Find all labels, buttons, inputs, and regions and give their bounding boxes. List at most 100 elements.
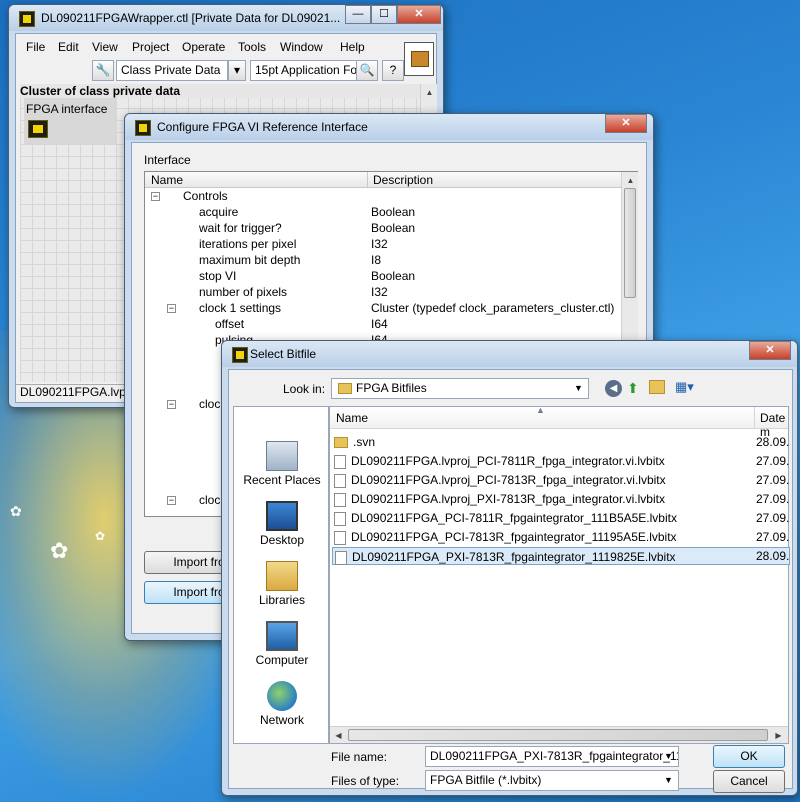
menu-file[interactable]: File xyxy=(26,40,45,54)
place-libraries[interactable]: Libraries xyxy=(234,561,330,607)
collapse-icon[interactable]: − xyxy=(167,400,176,409)
back-icon[interactable]: ◀ xyxy=(605,380,622,397)
class-private-data-dropdown[interactable]: Class Private Data xyxy=(116,60,228,81)
desktop-icon xyxy=(266,501,298,531)
close-button[interactable]: ✕ xyxy=(749,341,791,360)
scroll-up-icon[interactable]: ▲ xyxy=(421,84,438,101)
menu-view[interactable]: View xyxy=(92,40,118,54)
menu-edit[interactable]: Edit xyxy=(58,40,79,54)
select-bitfile-dialog: Select Bitfile ✕ Look in: FPGA Bitfiles … xyxy=(221,340,798,796)
chevron-down-icon[interactable]: ▼ xyxy=(571,381,586,396)
close-button[interactable]: ✕ xyxy=(605,114,647,133)
file-row-svn[interactable]: .svn xyxy=(334,433,784,451)
places-bar: Recent Places Desktop Libraries Computer… xyxy=(233,406,329,744)
labview-app-icon xyxy=(135,120,151,136)
tree-row[interactable]: maximum bit depth I8 xyxy=(145,252,621,268)
fpga-reference-control-icon[interactable] xyxy=(28,120,48,138)
labview-titlebar[interactable]: DL090211FPGAWrapper.ctl [Private Data fo… xyxy=(9,5,443,31)
recent-places-icon xyxy=(266,441,298,471)
libraries-icon xyxy=(266,561,298,591)
column-name[interactable]: Name xyxy=(336,411,368,425)
file-row[interactable]: DL090211FPGA.lvproj_PXI-7813R_fpga_integ… xyxy=(334,490,784,508)
file-list[interactable]: Name ▲ Date m .svn 28.09. DL090211FPGA.l… xyxy=(329,405,790,744)
column-description[interactable]: Description xyxy=(373,173,433,187)
file-icon xyxy=(334,511,346,526)
place-desktop[interactable]: Desktop xyxy=(234,501,330,547)
file-icon xyxy=(335,550,347,565)
file-icon xyxy=(334,473,346,488)
cluster-container: FPGA interface xyxy=(24,98,116,144)
tree-row[interactable]: number of pixels I32 xyxy=(145,284,621,300)
help-icon[interactable]: ? xyxy=(382,60,404,81)
file-list-horizontal-scrollbar[interactable]: ◀ ▶ xyxy=(330,726,788,743)
fpga-interface-label: FPGA interface xyxy=(26,102,108,116)
tree-row-clock1[interactable]: − clock 1 settings Cluster (typedef cloc… xyxy=(145,300,621,316)
select-bitfile-title: Select Bitfile xyxy=(250,347,317,361)
vi-icon xyxy=(404,42,434,76)
labview-app-icon xyxy=(232,347,248,363)
tree-header: Name Description xyxy=(145,172,621,188)
cancel-button[interactable]: Cancel xyxy=(713,770,785,793)
tree-row[interactable]: iterations per pixel I32 xyxy=(145,236,621,252)
file-type-label: Files of type: xyxy=(331,774,400,788)
scroll-left-icon[interactable]: ◀ xyxy=(330,727,347,744)
close-button[interactable]: ✕ xyxy=(397,5,441,24)
flower-decoration: ✿ xyxy=(95,529,106,543)
ok-button[interactable]: OK xyxy=(713,745,785,768)
file-row[interactable]: DL090211FPGA_PCI-7811R_fpgaintegrator_11… xyxy=(334,509,784,527)
menu-operate[interactable]: Operate xyxy=(182,40,225,54)
file-row[interactable]: DL090211FPGA.lvproj_PCI-7811R_fpga_integ… xyxy=(334,452,784,470)
wrench-icon[interactable]: 🔧 xyxy=(92,60,114,81)
network-icon xyxy=(267,681,297,711)
tree-row[interactable]: stop VI Boolean xyxy=(145,268,621,284)
configure-titlebar[interactable]: Configure FPGA VI Reference Interface ✕ xyxy=(125,114,653,140)
file-row-selected[interactable]: DL090211FPGA_PXI-7813R_fpgaintegrator_11… xyxy=(332,547,790,565)
up-folder-icon[interactable]: ⬆ xyxy=(627,380,639,397)
place-network[interactable]: Network xyxy=(234,681,330,727)
chevron-down-icon[interactable]: ▼ xyxy=(661,749,676,764)
file-row[interactable]: DL090211FPGA_PCI-7813R_fpgaintegrator_11… xyxy=(334,528,784,546)
computer-icon xyxy=(266,621,298,651)
scroll-up-icon[interactable]: ▲ xyxy=(622,172,639,189)
select-bitfile-titlebar[interactable]: Select Bitfile ✕ xyxy=(222,341,797,367)
search-icon[interactable]: 🔍 xyxy=(356,60,378,81)
tree-row[interactable]: offset I64 xyxy=(145,316,621,332)
collapse-icon[interactable]: − xyxy=(167,496,176,505)
tree-row-controls[interactable]: − Controls xyxy=(145,188,621,204)
place-recent[interactable]: Recent Places xyxy=(234,441,330,487)
select-bitfile-client: Look in: FPGA Bitfiles ▼ ◀ ⬆ ▦▾ Recent P… xyxy=(228,369,793,793)
view-menu-icon[interactable]: ▦▾ xyxy=(675,379,694,395)
scroll-right-icon[interactable]: ▶ xyxy=(770,727,787,744)
scroll-thumb[interactable] xyxy=(624,188,636,298)
tree-row[interactable]: wait for trigger? Boolean xyxy=(145,220,621,236)
labview-window-title: DL090211FPGAWrapper.ctl [Private Data fo… xyxy=(41,11,341,25)
minimize-button[interactable]: — xyxy=(345,5,371,24)
folder-icon xyxy=(334,437,348,449)
chevron-down-icon[interactable]: ▼ xyxy=(661,773,676,788)
interface-label: Interface xyxy=(144,153,191,167)
collapse-icon[interactable]: − xyxy=(151,192,160,201)
font-dropdown[interactable]: 15pt Application Fo xyxy=(250,60,360,81)
menu-tools[interactable]: Tools xyxy=(238,40,266,54)
file-name-field[interactable]: DL090211FPGA_PXI-7813R_fpgaintegrator_11… xyxy=(425,746,679,767)
menu-project[interactable]: Project xyxy=(132,40,169,54)
file-type-select[interactable]: FPGA Bitfile (*.lvbitx) ▼ xyxy=(425,770,679,791)
tree-row[interactable]: acquire Boolean xyxy=(145,204,621,220)
place-computer[interactable]: Computer xyxy=(234,621,330,667)
menu-help[interactable]: Help xyxy=(340,40,365,54)
file-icon xyxy=(334,454,346,469)
new-folder-icon[interactable] xyxy=(649,380,665,394)
chevron-down-icon[interactable]: ▾ xyxy=(228,60,246,81)
sort-ascending-icon: ▲ xyxy=(536,405,545,415)
maximize-button[interactable]: ☐ xyxy=(371,5,397,24)
collapse-icon[interactable]: − xyxy=(167,304,176,313)
folder-icon xyxy=(338,383,352,394)
flower-decoration: ✿ xyxy=(10,503,22,519)
column-name[interactable]: Name xyxy=(151,173,183,187)
file-icon xyxy=(334,492,346,507)
scroll-thumb[interactable] xyxy=(348,729,768,741)
file-row[interactable]: DL090211FPGA.lvproj_PCI-7813R_fpga_integ… xyxy=(334,471,784,489)
labview-app-icon xyxy=(19,11,35,27)
look-in-dropdown[interactable]: FPGA Bitfiles ▼ xyxy=(331,378,589,399)
menu-window[interactable]: Window xyxy=(280,40,323,54)
